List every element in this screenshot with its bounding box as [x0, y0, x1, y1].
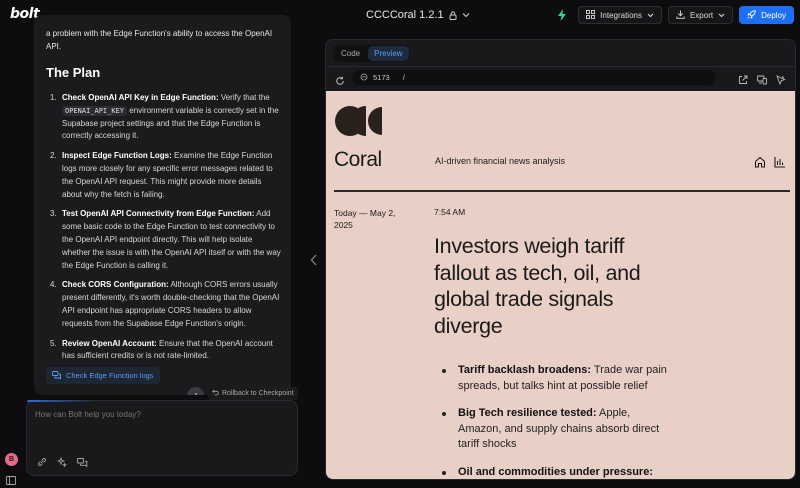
site-preview: Coral AI-driven financial news analysis …	[326, 91, 795, 480]
select-element-icon[interactable]	[776, 72, 786, 90]
rollback-label: Rollback to Checkpoint	[222, 390, 294, 397]
download-icon	[676, 10, 685, 21]
collapse-panel-icon[interactable]	[310, 253, 318, 271]
undo-icon	[212, 389, 219, 398]
list-item: 1. Check OpenAI API Key in Edge Function:…	[46, 92, 282, 143]
url-port: 5173	[373, 73, 390, 82]
export-button[interactable]: Export	[667, 6, 734, 24]
message-intro: a problem with the Edge Function's abili…	[46, 29, 273, 51]
prompt-box	[26, 400, 298, 476]
plan-item-title: Inspect Edge Function Logs:	[62, 151, 172, 161]
list-item: Tariff backlash broadens: Trade war pain…	[442, 363, 672, 394]
bar-chart-icon[interactable]	[774, 155, 786, 173]
plan-item-title: Check OpenAI API Key in Edge Function:	[62, 93, 219, 102]
rollback-button[interactable]: Rollback to Checkpoint	[208, 387, 298, 400]
list-number: 2.	[50, 151, 57, 161]
preview-panel: Code Preview 5173 / Coral AI-driven fina…	[325, 39, 796, 480]
grid-icon	[586, 9, 596, 21]
plan-heading: The Plan	[46, 65, 101, 80]
plan-item-text: Add some basic code to the Edge Function…	[62, 209, 281, 270]
list-item: 4. Check CORS Configuration: Although COR…	[46, 279, 282, 330]
view-tabs: Code Preview	[334, 45, 410, 62]
address-bar[interactable]: 5173 /	[352, 70, 716, 85]
fullscreen-icon[interactable]	[795, 72, 796, 90]
integrations-label: Integrations	[600, 10, 642, 20]
site-name[interactable]: Coral	[334, 148, 382, 172]
check-logs-action[interactable]: Check Edge Function logs	[46, 367, 160, 384]
list-item: Big Tech resilience tested: Apple, Amazo…	[442, 406, 672, 453]
tab-code[interactable]: Code	[335, 46, 366, 61]
site-tagline: AI-driven financial news analysis	[435, 156, 566, 166]
rocket-icon	[747, 9, 756, 21]
scroll-to-bottom-button[interactable]	[187, 387, 204, 395]
preview-actions	[738, 72, 796, 90]
article-headline: Investors weigh tariff fallout as tech, …	[434, 234, 641, 338]
attach-link-icon[interactable]	[37, 454, 47, 472]
project-title-group[interactable]: CCCCoral 1.2.1	[366, 9, 470, 21]
port-icon	[360, 73, 368, 83]
list-number: 3.	[50, 209, 57, 219]
project-title[interactable]: CCCCoral 1.2.1	[366, 9, 444, 21]
discussion-icon[interactable]	[77, 454, 88, 472]
article-bullets: Tariff backlash broadens: Trade war pain…	[442, 363, 672, 480]
bullet-title: Oil and commodities under pressure:	[458, 465, 653, 478]
plan-list: 1. Check OpenAI API Key in Edge Function:…	[46, 92, 282, 370]
divider	[326, 66, 795, 67]
list-item: 2. Inspect Edge Function Logs: Examine th…	[46, 150, 282, 201]
plan-item-title: Review OpenAI Account:	[62, 338, 157, 348]
article-date: Today — May 2, 2025	[334, 208, 396, 230]
action-chip-label: Check Edge Function logs	[66, 371, 154, 380]
integrations-button[interactable]: Integrations	[578, 6, 662, 24]
open-external-icon[interactable]	[738, 72, 748, 90]
chat-bubbles-icon	[52, 370, 61, 381]
lock-icon	[449, 10, 457, 20]
plan-item-title: Test OpenAI API Connectivity from Edge F…	[62, 209, 255, 219]
url-path[interactable]: /	[403, 73, 405, 82]
list-number: 4.	[50, 280, 57, 290]
deploy-label: Deploy	[761, 10, 786, 20]
lightning-icon[interactable]	[552, 6, 572, 24]
list-number: 5.	[50, 338, 57, 348]
list-item: Oil and commodities under pressure:	[442, 465, 672, 480]
divider	[334, 190, 790, 192]
list-item: 5. Review OpenAI Account: Ensure that the…	[46, 338, 282, 364]
bullet-title: Big Tech resilience tested:	[458, 407, 597, 419]
coral-logo-icon[interactable]	[335, 104, 383, 143]
list-number: 1.	[50, 93, 57, 102]
deploy-button[interactable]: Deploy	[739, 6, 794, 24]
prompt-input[interactable]	[35, 410, 285, 419]
assistant-message: a problem with the Edge Function's abili…	[34, 15, 291, 395]
sidebar-toggle-icon[interactable]	[6, 472, 16, 488]
reload-icon[interactable]	[335, 73, 345, 91]
home-icon[interactable]	[754, 155, 766, 173]
avatar[interactable]: B	[5, 453, 18, 466]
chevron-down-icon[interactable]	[462, 12, 470, 18]
article-time: 7:54 AM	[434, 207, 466, 217]
bullet-title: Tariff backlash broadens:	[458, 364, 592, 376]
inline-code: OPENAI_API_KEY	[62, 105, 128, 116]
devices-icon[interactable]	[757, 72, 767, 90]
chevron-down-icon	[647, 11, 654, 20]
chevron-down-icon	[718, 11, 725, 20]
plan-item-text: Verify that the	[218, 93, 270, 102]
prompt-tools	[37, 454, 88, 472]
tab-preview[interactable]: Preview	[368, 46, 409, 61]
arrow-down-icon	[195, 392, 196, 395]
export-label: Export	[689, 10, 714, 20]
plan-item-title: Check CORS Configuration:	[62, 280, 169, 290]
sparkle-icon[interactable]	[56, 454, 67, 472]
list-item: 3. Test OpenAI API Connectivity from Edge…	[46, 208, 282, 272]
toolbar-actions: Integrations Export Deploy	[552, 6, 794, 24]
